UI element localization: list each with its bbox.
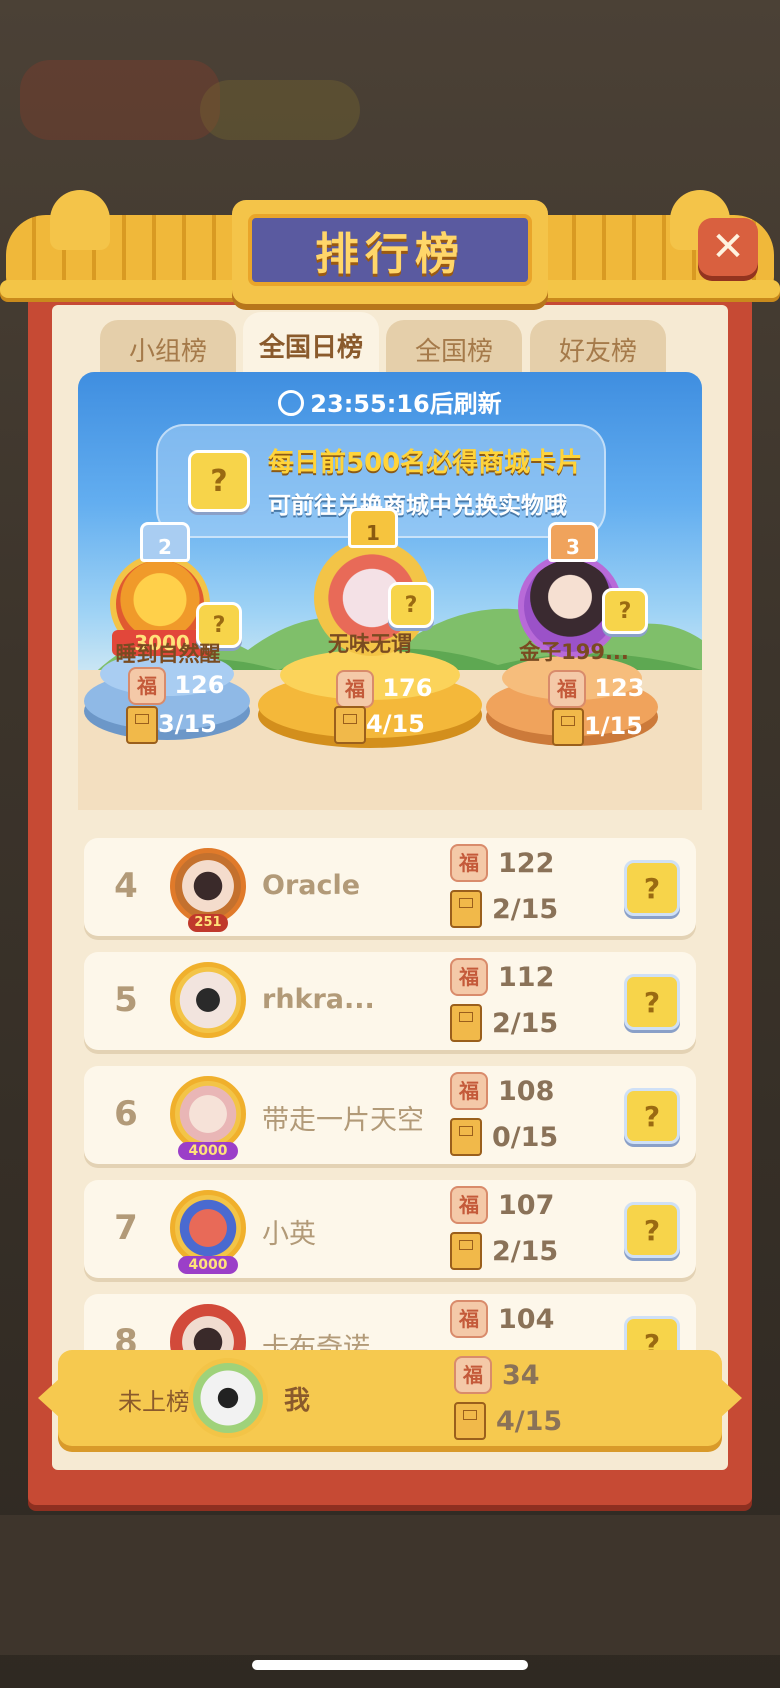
tab-group-rank[interactable]: 小组榜 [100, 320, 236, 378]
podium-progress-2: 3/15 [126, 706, 217, 744]
clock-icon [278, 390, 305, 416]
player-score: 福 108 [450, 1072, 554, 1110]
my-progress: 4/15 [454, 1402, 562, 1440]
avatar[interactable] [188, 1358, 268, 1438]
avatar[interactable] [170, 1076, 246, 1152]
book-icon [126, 706, 158, 744]
bg-decoration [200, 80, 360, 140]
podium-name-2: 睡到自然醒 [115, 642, 221, 666]
player-progress: 2/15 [450, 890, 558, 928]
podium-progress-1: 4/15 [334, 706, 425, 744]
podium-score-3: 福 123 [548, 670, 644, 708]
fu-icon: 福 [450, 1072, 488, 1110]
player-name: rhkra... [262, 984, 375, 1015]
podium-puzzle-1[interactable]: ? [388, 582, 434, 628]
fu-icon: 福 [450, 1186, 488, 1224]
avatar-badge: 4000 [178, 1256, 238, 1274]
player-name: 带走一片天空 [262, 1105, 424, 1136]
player-progress: 2/15 [450, 1004, 558, 1042]
title-plaque: 排行榜 [232, 200, 548, 304]
book-icon [450, 890, 482, 928]
avatar-badge: 4000 [178, 1142, 238, 1160]
close-icon: ✕ [711, 224, 745, 270]
bar-arrow-left [38, 1378, 60, 1418]
row-rank: 6 [114, 1094, 138, 1134]
fu-icon: 福 [336, 670, 374, 708]
my-rank-body: 未上榜 我 福 34 4/15 [58, 1350, 722, 1446]
player-score: 福 107 [450, 1186, 554, 1224]
crown-3: 3 [548, 522, 598, 562]
fu-icon: 福 [450, 1300, 488, 1338]
player-name: Oracle [262, 870, 361, 901]
player-name: 小英 [262, 1219, 316, 1250]
tab-bar: 小组榜 全国日榜 全国榜 好友榜 [100, 312, 680, 378]
podium-score-2: 福 126 [128, 667, 224, 705]
podium-score-1: 福 176 [336, 670, 432, 708]
table-row[interactable]: 4 251 Oracle 福 122 2/15 ? [84, 838, 696, 936]
fu-icon: 福 [450, 958, 488, 996]
table-row[interactable]: 7 4000 小英 福 107 2/15 ? [84, 1180, 696, 1278]
table-row[interactable]: 5 rhkra... 福 112 2/15 ? [84, 952, 696, 1050]
avatar[interactable] [170, 962, 246, 1038]
refresh-timer: 23:55:16后刷新 [78, 384, 702, 419]
player-score: 福 112 [450, 958, 554, 996]
tab-friends[interactable]: 好友榜 [530, 320, 666, 378]
title-plaque-inner: 排行榜 [248, 214, 532, 286]
book-icon [454, 1402, 486, 1440]
podium-puzzle-3[interactable]: ? [602, 588, 648, 634]
my-name: 我 [284, 1386, 311, 1416]
book-icon [552, 708, 584, 746]
player-score: 福 122 [450, 844, 554, 882]
reward-title: 每日前500名必得商城卡片 [268, 448, 583, 478]
my-rank-status: 未上榜 [118, 1388, 190, 1416]
bar-arrow-right [720, 1378, 742, 1418]
table-row[interactable]: 6 4000 带走一片天空 福 108 0/15 ? [84, 1066, 696, 1164]
fu-icon: 福 [548, 670, 586, 708]
crown-2: 2 [140, 522, 190, 562]
tab-national[interactable]: 全国榜 [386, 320, 522, 378]
book-icon [450, 1004, 482, 1042]
tab-national-daily[interactable]: 全国日榜 [243, 312, 379, 378]
page-title: 排行榜 [315, 229, 465, 280]
player-score: 福 104 [450, 1300, 554, 1338]
reward-puzzle-icon: ? [188, 450, 250, 512]
player-progress: 2/15 [450, 1232, 558, 1270]
row-rank: 4 [114, 866, 138, 906]
podium-progress-3: 1/15 [552, 708, 643, 746]
puzzle-card-icon[interactable]: ? [624, 1202, 680, 1258]
fu-icon: 福 [450, 844, 488, 882]
puzzle-card-icon[interactable]: ? [624, 974, 680, 1030]
my-rank-bar[interactable]: 未上榜 我 福 34 4/15 [38, 1350, 742, 1446]
fu-icon: 福 [128, 667, 166, 705]
avatar[interactable] [170, 848, 246, 924]
fu-icon: 福 [454, 1356, 492, 1394]
book-icon [450, 1232, 482, 1270]
crown-1: 1 [348, 508, 398, 548]
avatar[interactable] [170, 1190, 246, 1266]
bg-decoration [20, 60, 220, 140]
row-rank: 5 [114, 980, 138, 1020]
top-three-banner: 23:55:16后刷新 ? 每日前500名必得商城卡片 可前往兑换商城中兑换实物… [78, 372, 702, 810]
home-indicator[interactable] [252, 1660, 528, 1670]
player-progress: 0/15 [450, 1118, 558, 1156]
my-score: 福 34 [454, 1356, 540, 1394]
timer-text: 23:55:16后刷新 [310, 390, 502, 418]
row-rank: 7 [114, 1208, 138, 1248]
avatar-badge: 251 [188, 914, 228, 932]
roof-ornament-left [50, 190, 110, 250]
close-button[interactable]: ✕ [698, 218, 758, 276]
bottom-background [0, 1515, 780, 1655]
puzzle-card-icon[interactable]: ? [624, 1088, 680, 1144]
podium-name-3: 金子199... [519, 640, 629, 664]
book-icon [334, 706, 366, 744]
book-icon [450, 1118, 482, 1156]
podium-name-1: 无味无谓 [328, 632, 412, 656]
puzzle-card-icon[interactable]: ? [624, 860, 680, 916]
reward-subtitle: 可前往兑换商城中兑换实物哦 [268, 493, 567, 519]
